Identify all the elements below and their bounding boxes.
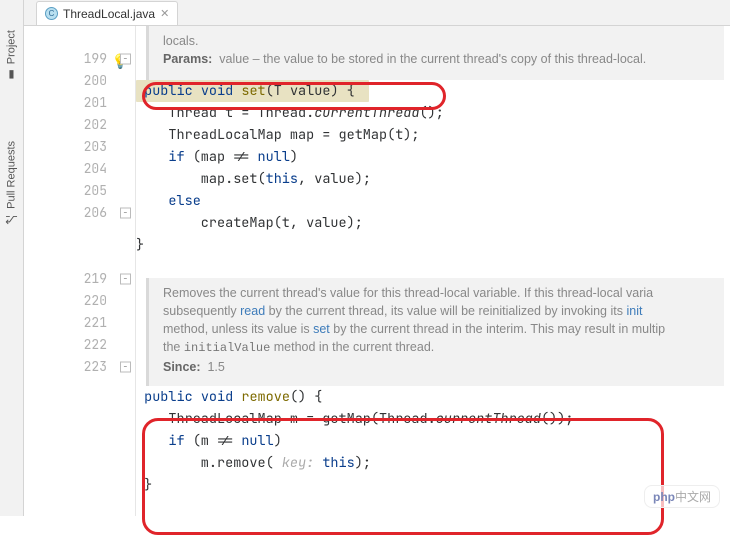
sidebar-item-pull-requests[interactable]: ⎇ Pull Requests xyxy=(5,141,18,226)
pr-icon: ⎇ xyxy=(5,213,18,226)
sidebar-label: Pull Requests xyxy=(6,141,18,209)
doc-line: the initialValue method in the current t… xyxy=(163,338,710,357)
code-area[interactable]: locals. Params: value – the value to be … xyxy=(136,26,730,516)
code-line[interactable]: else xyxy=(136,190,730,212)
code-line[interactable]: map.set(this, value); xyxy=(136,168,730,190)
line-number: 219− xyxy=(24,268,135,290)
doc-line: locals. xyxy=(163,32,710,50)
line-number: 223− xyxy=(24,356,135,378)
line-number: 220 xyxy=(24,290,135,312)
sidebar-label: Project xyxy=(6,30,18,64)
code-line[interactable]: public void remove() { xyxy=(136,386,730,408)
tab-label: ThreadLocal.java xyxy=(63,7,155,21)
fold-icon[interactable]: − xyxy=(120,362,131,373)
code-line[interactable]: m.remove( key: this); xyxy=(136,452,730,474)
editor-tab[interactable]: C ThreadLocal.java ✕ xyxy=(36,1,178,25)
fold-icon[interactable]: − xyxy=(120,274,131,285)
line-number: 💡199− xyxy=(24,48,135,70)
doc-line: method, unless its value is set by the c… xyxy=(163,320,710,338)
close-icon[interactable]: ✕ xyxy=(160,7,169,20)
doc-line: Params: value – the value to be stored i… xyxy=(163,50,710,68)
code-line[interactable]: } xyxy=(136,474,730,496)
code-line[interactable]: } xyxy=(136,234,730,256)
folder-icon: ▮ xyxy=(5,68,18,81)
line-number: 205 xyxy=(24,180,135,202)
javadoc-block: Removes the current thread's value for t… xyxy=(146,278,724,386)
code-line[interactable]: ThreadLocalMap m = getMap(Thread.current… xyxy=(136,408,730,430)
line-number: 206− xyxy=(24,202,135,224)
editor-tab-bar: C ThreadLocal.java ✕ xyxy=(24,0,730,26)
class-icon: C xyxy=(45,7,58,20)
code-line[interactable]: if (m != null) xyxy=(136,430,730,452)
editor-area: 💡199− 200 201 202 203 204 205 206− 219− … xyxy=(24,26,730,516)
line-number: 204 xyxy=(24,158,135,180)
code-line[interactable]: public void set(T value) { xyxy=(136,80,730,102)
doc-line: subsequently read by the current thread,… xyxy=(163,302,710,320)
line-number: 221 xyxy=(24,312,135,334)
code-line[interactable]: Thread t = Thread.currentThread(); xyxy=(136,102,730,124)
sidebar-item-project[interactable]: ▮ Project xyxy=(5,30,18,81)
line-number: 200 xyxy=(24,70,135,92)
javadoc-block: locals. Params: value – the value to be … xyxy=(146,26,724,80)
code-line[interactable]: if (map != null) xyxy=(136,146,730,168)
fold-icon[interactable]: − xyxy=(120,54,131,65)
code-line[interactable]: ThreadLocalMap map = getMap(t); xyxy=(136,124,730,146)
fold-icon[interactable]: − xyxy=(120,208,131,219)
tool-window-bar: ▮ Project ⎇ Pull Requests xyxy=(0,0,24,516)
line-number: 201 xyxy=(24,92,135,114)
line-number: 202 xyxy=(24,114,135,136)
code-line[interactable]: createMap(t, value); xyxy=(136,212,730,234)
doc-line: Removes the current thread's value for t… xyxy=(163,284,710,302)
gutter: 💡199− 200 201 202 203 204 205 206− 219− … xyxy=(24,26,136,516)
line-number: 222 xyxy=(24,334,135,356)
line-number: 203 xyxy=(24,136,135,158)
watermark: php中文网 xyxy=(644,485,720,508)
doc-since: Since: 1.5 xyxy=(163,358,710,376)
